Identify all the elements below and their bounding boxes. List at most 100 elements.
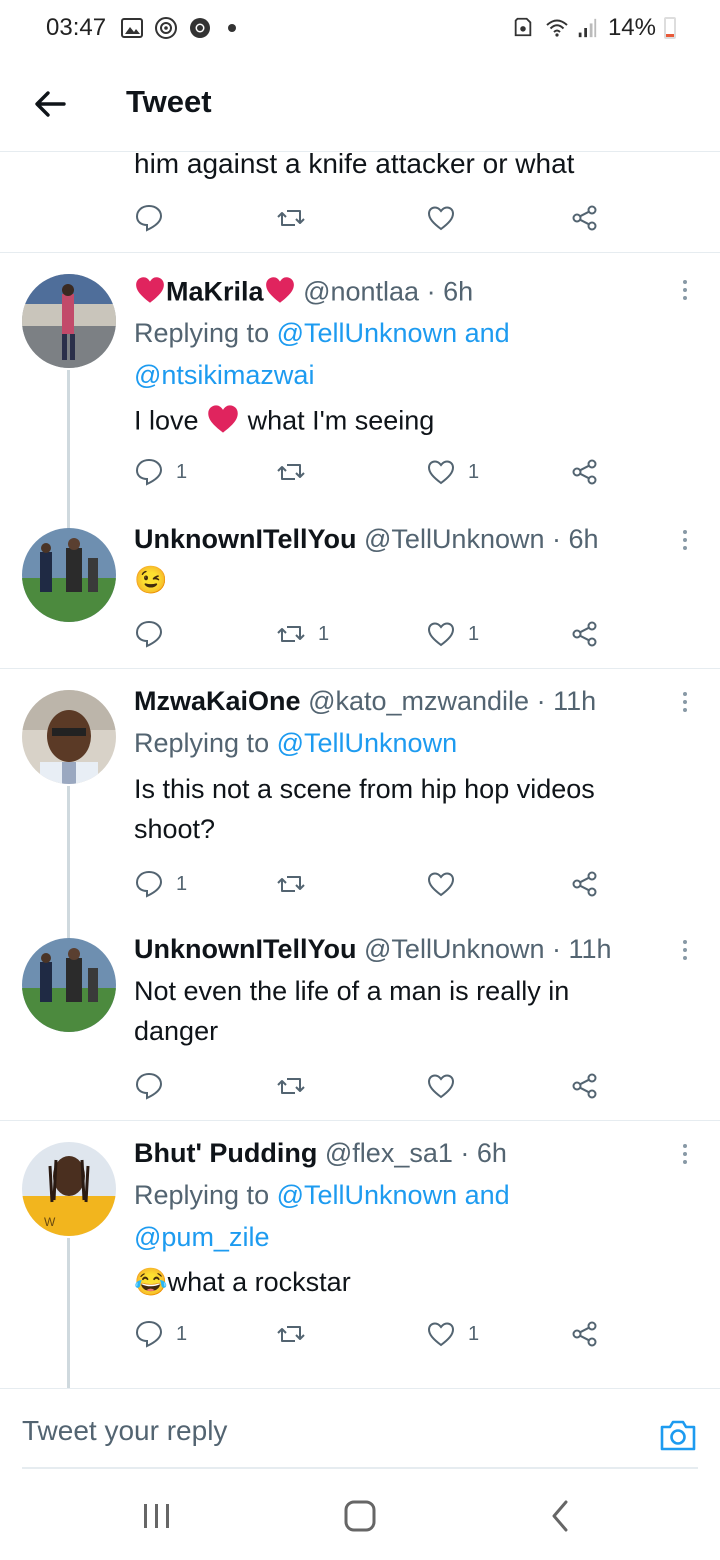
share-icon: [572, 205, 597, 231]
avatar[interactable]: [22, 690, 116, 784]
display-name[interactable]: MaKrila: [166, 277, 264, 307]
reply-button[interactable]: [134, 614, 176, 654]
timestamp[interactable]: 6h: [477, 1138, 507, 1168]
mention-link[interactable]: @TellUnknown and: [277, 1180, 510, 1210]
retweet-button[interactable]: [276, 1066, 318, 1106]
like-button[interactable]: 1: [426, 614, 479, 654]
like-button[interactable]: [426, 864, 468, 904]
reply-button[interactable]: 1: [134, 452, 187, 492]
replying-to: Replying to @TellUnknown: [134, 728, 458, 758]
tweet-text: Not even the life of a man is really in: [134, 976, 570, 1006]
wifi-icon: [544, 16, 568, 40]
retweet-button[interactable]: [276, 1314, 318, 1354]
timestamp[interactable]: 11h: [569, 934, 612, 964]
share-icon: [572, 1321, 597, 1347]
display-name[interactable]: MzwaKaiOne: [134, 686, 301, 716]
handle[interactable]: @kato_mzwandile: [308, 686, 529, 716]
retweet-count: 1: [318, 622, 330, 645]
reply-button[interactable]: [134, 1066, 176, 1106]
timestamp[interactable]: 11h: [553, 686, 596, 716]
more-options-icon[interactable]: [676, 276, 694, 306]
handle[interactable]: @TellUnknown: [364, 524, 544, 554]
reply-input[interactable]: [22, 1415, 622, 1447]
thread-line: [67, 786, 70, 938]
handle[interactable]: @nontlaa: [303, 277, 419, 307]
reply-button[interactable]: [134, 198, 164, 238]
tweet-header: MaKrila @nontlaa · 6h: [134, 274, 473, 313]
mention-link[interactable]: @pum_zile: [134, 1222, 269, 1253]
timestamp[interactable]: 6h: [443, 277, 473, 307]
avatar[interactable]: W: [22, 1142, 116, 1236]
retweet-button[interactable]: [276, 864, 318, 904]
mention-link[interactable]: @ntsikimazwai: [134, 360, 314, 391]
reply-count: 1: [176, 1322, 188, 1345]
tweet-text: I love what I'm seeing: [134, 402, 434, 443]
share-button[interactable]: [570, 1314, 600, 1354]
share-button[interactable]: [570, 614, 600, 654]
handle[interactable]: @flex_sa1: [325, 1138, 453, 1168]
display-name[interactable]: Bhut' Pudding: [134, 1138, 317, 1168]
like-button[interactable]: 1: [426, 1314, 479, 1354]
home-icon[interactable]: [340, 1498, 380, 1534]
retweet-button[interactable]: [276, 452, 318, 492]
share-button[interactable]: [570, 864, 600, 904]
display-name[interactable]: UnknownITellYou: [134, 934, 357, 964]
reply-button[interactable]: 1: [134, 864, 187, 904]
back-arrow-icon[interactable]: [30, 84, 70, 124]
like-button[interactable]: [426, 1066, 468, 1106]
share-button[interactable]: [570, 198, 600, 238]
tweet-actions: 1 1: [134, 1314, 614, 1354]
retweet-icon: [277, 626, 305, 642]
more-options-icon[interactable]: [676, 688, 694, 718]
heart-icon: [427, 460, 455, 485]
divider: [0, 252, 720, 253]
tweet-actions: 1: [134, 864, 614, 904]
more-options-icon[interactable]: [676, 526, 694, 556]
nav-back-icon[interactable]: [540, 1498, 580, 1534]
divider: [0, 1120, 720, 1121]
like-count: 1: [468, 1322, 480, 1345]
retweet-icon: [277, 876, 305, 892]
like-count: 1: [468, 460, 480, 483]
signal-icon: [576, 16, 600, 40]
camera-icon[interactable]: [658, 1415, 698, 1455]
avatar[interactable]: [22, 528, 116, 622]
tweet-actions: 1 1: [134, 614, 614, 654]
status-time: 03:47: [46, 14, 107, 41]
tweet-text: shoot?: [134, 814, 216, 844]
retweet-icon: [277, 464, 305, 480]
battery-icon: [664, 17, 676, 39]
tweet-actions: [134, 198, 614, 238]
tweet-header: UnknownITellYou @TellUnknown · 6h: [134, 524, 599, 554]
recents-icon[interactable]: [138, 1498, 178, 1534]
notification-icons: [120, 16, 236, 40]
share-button[interactable]: [570, 1066, 600, 1106]
share-icon: [572, 621, 597, 647]
like-button[interactable]: [426, 198, 456, 238]
top-app-bar: Tweet: [0, 60, 720, 152]
like-button[interactable]: 1: [426, 452, 479, 492]
timestamp[interactable]: 6h: [569, 524, 599, 554]
heart-icon: [427, 1322, 455, 1347]
display-name[interactable]: UnknownITellYou: [134, 524, 357, 554]
retweet-button[interactable]: 1: [276, 614, 329, 654]
handle[interactable]: @TellUnknown: [364, 934, 544, 964]
more-options-icon[interactable]: [676, 1140, 694, 1170]
gallery-icon: [120, 16, 144, 40]
divider: [22, 1467, 698, 1469]
red-heart-icon: [206, 402, 240, 443]
tweet-thread[interactable]: him against a knife attacker or what MaK…: [0, 152, 720, 1388]
reply-button[interactable]: 1: [134, 1314, 187, 1354]
mention-link[interactable]: @TellUnknown and: [277, 318, 510, 348]
mention-link[interactable]: @TellUnknown: [277, 728, 457, 758]
retweet-button[interactable]: [276, 198, 306, 238]
share-button[interactable]: [570, 452, 600, 492]
tweet-actions: 1 1: [134, 452, 614, 492]
page-title: Tweet: [126, 84, 212, 119]
reply-icon: [135, 1320, 163, 1348]
avatar[interactable]: [22, 938, 116, 1032]
more-options-icon[interactable]: [676, 936, 694, 966]
retweet-icon: [277, 210, 305, 226]
retweet-icon: [277, 1078, 305, 1094]
avatar[interactable]: [22, 274, 116, 368]
